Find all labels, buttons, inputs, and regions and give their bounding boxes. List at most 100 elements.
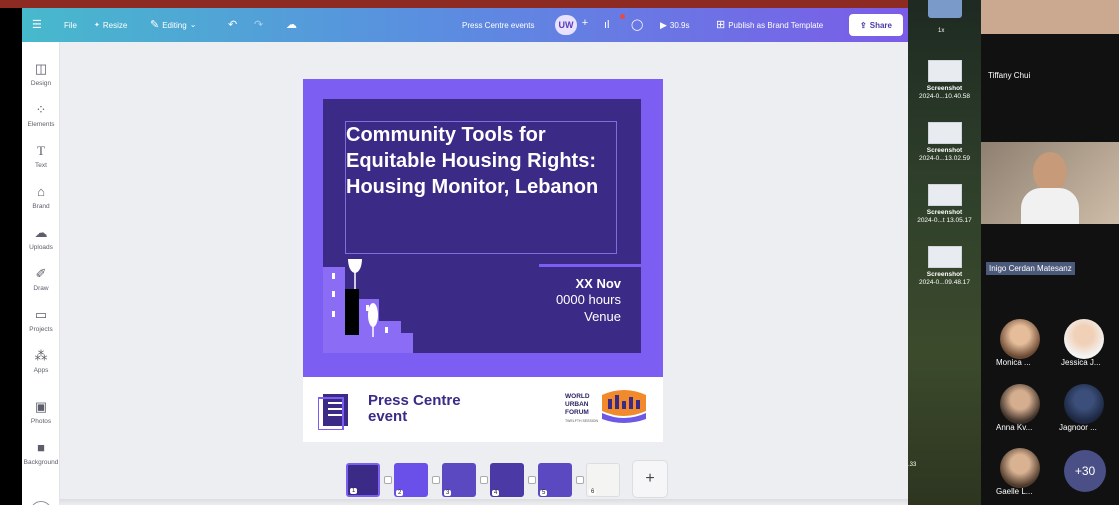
- file-name: Screenshot: [926, 209, 963, 216]
- file-menu[interactable]: File: [64, 8, 77, 42]
- cloud-upload-icon: ☁: [34, 225, 48, 240]
- desktop-file[interactable]: Screenshot 2024-0...13.02.59: [910, 122, 979, 163]
- document-icon: [318, 394, 348, 430]
- more-participants-button[interactable]: +30: [1064, 450, 1106, 492]
- apps-icon: ⁂: [34, 348, 48, 363]
- event-venue[interactable]: Venue: [584, 309, 621, 324]
- wuf-line1: WORLD: [565, 393, 590, 400]
- editing-label: Editing: [162, 20, 187, 30]
- page-number: 5: [540, 490, 548, 496]
- video-tile-speaker[interactable]: [981, 142, 1119, 224]
- participant-name: Gaelle L...: [996, 487, 1033, 496]
- insights-button[interactable]: ıl: [604, 8, 610, 42]
- sidebar-item-uploads[interactable]: ☁ Uploads: [22, 225, 60, 252]
- sidebar-item-draw[interactable]: ✐ Draw: [22, 266, 60, 293]
- page-number: 2: [396, 490, 404, 496]
- menu-button[interactable]: ☰: [32, 8, 42, 42]
- video-tile-top[interactable]: [981, 0, 1119, 34]
- page-thumbnail[interactable]: 1: [346, 463, 380, 497]
- sidebar-item-background[interactable]: ■ Background: [22, 441, 60, 467]
- editing-dropdown[interactable]: ✎ Editing ⌄: [150, 8, 196, 42]
- design-footer: Press Centre event WORLD URBAN FORUM TWE…: [303, 377, 663, 442]
- cloud-check-icon: ☁: [286, 18, 297, 31]
- invite-button[interactable]: +: [578, 17, 592, 33]
- image-icon: ▣: [34, 399, 48, 414]
- hamburger-icon: ☰: [32, 18, 42, 31]
- sidebar-item-brand[interactable]: ⌂ Brand: [22, 184, 60, 211]
- speaker-shirt: [1021, 188, 1079, 224]
- share-button[interactable]: ⇪ Share: [849, 14, 903, 36]
- sidebar-item-label: Background: [23, 459, 59, 466]
- sidebar-item-label: Elements: [27, 121, 55, 128]
- footer-label[interactable]: Press Centre event: [368, 393, 461, 425]
- save-status-button[interactable]: ☁: [286, 8, 297, 42]
- page-thumbnail[interactable]: 2: [394, 463, 428, 497]
- desktop-file[interactable]: Screenshot 2024-0...10.40.58: [910, 60, 979, 101]
- event-hours[interactable]: 0000 hours: [556, 292, 621, 307]
- sidebar-item-text[interactable]: T Text: [22, 144, 60, 170]
- sidebar-item-photos[interactable]: ▣ Photos: [22, 399, 60, 426]
- resize-button[interactable]: ✦ Resize: [94, 8, 127, 42]
- page-number: 4: [492, 490, 500, 496]
- page-transition-icon[interactable]: [528, 476, 536, 484]
- accent-line: [539, 264, 641, 267]
- page-thumbnail[interactable]: 6: [586, 463, 620, 497]
- participant-avatar[interactable]: [1064, 319, 1104, 359]
- file-label: File: [64, 20, 77, 30]
- design-name-label: Press Centre events: [462, 20, 535, 30]
- page-thumbnail[interactable]: 3: [442, 463, 476, 497]
- left-sidebar: ◫ Design ⁘ Elements T Text ⌂ Brand ☁ Upl…: [22, 42, 60, 505]
- participant-avatar[interactable]: [1000, 319, 1040, 359]
- comments-button[interactable]: ◯: [631, 8, 643, 42]
- sidebar-item-projects[interactable]: ▭ Projects: [22, 307, 60, 334]
- page-thumbnails: 1 2 3 4 5 6 +: [346, 460, 668, 500]
- clock-fragment: .33: [908, 462, 917, 468]
- wuf-line2: URBAN: [565, 401, 589, 408]
- page-transition-icon[interactable]: [384, 476, 392, 484]
- page-transition-icon[interactable]: [432, 476, 440, 484]
- participant-avatar[interactable]: [1064, 384, 1104, 424]
- present-button[interactable]: ▶ 30.9s: [660, 8, 690, 42]
- add-page-button[interactable]: +: [632, 460, 668, 498]
- event-date[interactable]: XX Nov: [575, 276, 621, 291]
- redo-button[interactable]: ↷: [254, 8, 263, 42]
- page-thumbnail[interactable]: 4: [490, 463, 524, 497]
- pen-icon: ✐: [35, 266, 47, 281]
- sidebar-item-label: Uploads: [29, 244, 53, 251]
- sidebar-item-design[interactable]: ◫ Design: [22, 62, 60, 88]
- page-transition-icon[interactable]: [576, 476, 584, 484]
- file-name-date: 2024-0...09.48.17: [919, 279, 970, 286]
- top-toolbar: ☰ File ✦ Resize ✎ Editing ⌄ ↶ ↷ ☁ Press …: [22, 8, 908, 42]
- sidebar-item-label: Draw: [33, 285, 49, 292]
- sidebar-more-button[interactable]: [30, 501, 52, 505]
- brand-icon: ⌂: [37, 184, 45, 199]
- publish-template-button[interactable]: ⊞ Publish as Brand Template: [716, 8, 823, 42]
- canva-window: ☰ File ✦ Resize ✎ Editing ⌄ ↶ ↷ ☁ Press …: [22, 8, 908, 505]
- redo-icon: ↷: [254, 18, 264, 31]
- page-number: 6: [589, 489, 597, 495]
- comment-icon: ◯: [631, 18, 644, 31]
- page-transition-icon[interactable]: [480, 476, 488, 484]
- sidebar-item-apps[interactable]: ⁂ Apps: [22, 348, 60, 375]
- page-thumbnail[interactable]: 5: [538, 463, 572, 497]
- undo-button[interactable]: ↶: [228, 8, 237, 42]
- speaker-face: [1033, 152, 1067, 192]
- sidebar-item-label: Text: [35, 162, 47, 169]
- design-title[interactable]: Community Tools for Equitable Housing Ri…: [346, 122, 614, 200]
- desktop-file[interactable]: Screenshot 2024-0...t 13.05.17: [910, 184, 979, 225]
- file-name: Screenshot: [926, 147, 963, 154]
- participant-avatar[interactable]: [1000, 448, 1040, 488]
- file-name-date: 2024-0...10.40.58: [919, 93, 970, 100]
- undo-icon: ↶: [228, 18, 238, 31]
- folder-icon: ▭: [34, 307, 48, 322]
- design-page[interactable]: Community Tools for Equitable Housing Ri…: [303, 79, 663, 442]
- file-name: Screenshot: [926, 271, 963, 278]
- design-name[interactable]: Press Centre events: [462, 8, 534, 42]
- avatar[interactable]: UW: [555, 15, 577, 35]
- sidebar-item-elements[interactable]: ⁘ Elements: [22, 103, 60, 129]
- buildings-illustration: [323, 259, 413, 353]
- desktop-file[interactable]: Screenshot 2024-0...09.48.17: [910, 246, 979, 287]
- sidebar-item-label: Apps: [33, 367, 49, 374]
- participant-name: Monica ...: [996, 358, 1031, 367]
- participant-avatar[interactable]: [1000, 384, 1040, 424]
